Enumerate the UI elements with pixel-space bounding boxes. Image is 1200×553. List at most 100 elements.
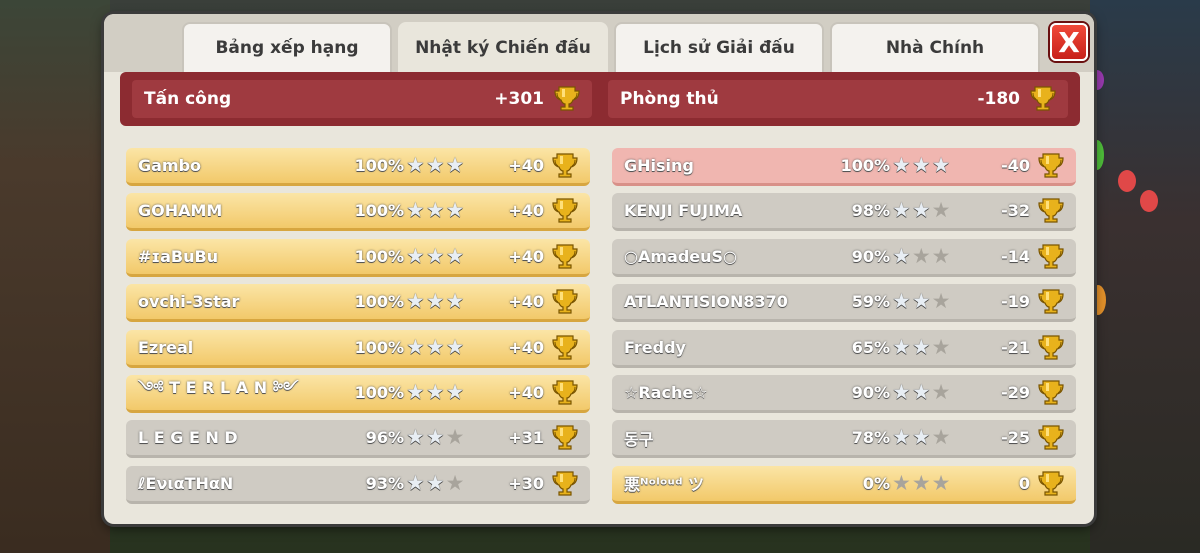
star-icon: ★ <box>892 289 911 314</box>
trophy-icon <box>552 379 578 407</box>
trophy-icon <box>552 334 578 362</box>
battle-row[interactable]: 동구 78% ★ ★ ★ -25 <box>612 420 1076 459</box>
destruction-percent: 100% <box>354 382 404 402</box>
player-name: Ezreal <box>138 337 194 357</box>
tab-battle-log[interactable]: Nhật ký Chiến đấu <box>398 22 608 72</box>
battle-row[interactable]: L E G E N D 96% ★ ★ ★ +31 <box>126 420 590 459</box>
destruction-percent: 90% <box>851 382 890 402</box>
player-name: ༺ T E R L A N ༻ <box>138 377 299 397</box>
star-icon: ★ <box>931 198 951 223</box>
battle-row[interactable]: GHising 100% ★ ★ ★ -40 <box>612 148 1076 186</box>
battle-row[interactable]: 悪ᴺᵒˡᵒᵘᵈ ツ 0% ★ ★ ★ 0 <box>612 465 1076 504</box>
trophy-icon <box>552 243 578 271</box>
player-name: KENJI FUJIMA <box>624 201 743 221</box>
star-icon: ★ <box>911 198 931 223</box>
defense-summary-label: Phòng thủ <box>620 89 719 109</box>
star-icon: ★ <box>911 243 931 268</box>
star-icon: ★ <box>406 198 425 223</box>
tab-leaderboard[interactable]: Bảng xếp hạng <box>182 22 392 72</box>
star-rating: ★ ★ ★ <box>892 426 950 448</box>
defense-summary-value: -180 <box>977 89 1020 109</box>
battle-row[interactable]: Gambo 100% ★ ★ ★ +40 <box>126 148 590 186</box>
destruction-percent: 96% <box>365 428 404 448</box>
star-icon: ★ <box>445 153 465 177</box>
star-rating: ★ ★ ★ <box>892 381 950 403</box>
player-name: GOHAMM <box>138 201 223 221</box>
star-icon: ★ <box>425 425 445 450</box>
battle-log-window: Bảng xếp hạng Nhật ký Chiến đấu Lịch sử … <box>104 14 1094 524</box>
player-name: ○AmadeuS○ <box>624 246 737 266</box>
destruction-percent: 100% <box>354 246 404 266</box>
battle-row[interactable]: ༺ T E R L A N ༻ 100% ★ ★ ★ +40 <box>126 374 590 413</box>
battle-row[interactable]: ATLANTISION8370 59% ★ ★ ★ -19 <box>612 284 1076 323</box>
battle-row[interactable]: #ɪaBuBu 100% ★ ★ ★ +40 <box>126 238 590 277</box>
trophy-change: +40 <box>508 201 544 221</box>
close-button[interactable]: X <box>1050 23 1088 61</box>
trophy-icon <box>1038 288 1064 316</box>
player-name: Gambo <box>138 156 202 175</box>
star-icon: ★ <box>406 425 425 450</box>
star-rating: ★ ★ ★ <box>406 199 464 221</box>
destruction-percent: 100% <box>840 156 890 175</box>
tab-season-history[interactable]: Lịch sử Giải đấu <box>614 22 824 72</box>
star-icon: ★ <box>931 289 951 314</box>
star-icon: ★ <box>406 243 425 268</box>
star-rating: ★ ★ ★ <box>892 290 950 312</box>
trophy-icon <box>554 85 580 113</box>
attack-summary-value: +301 <box>494 89 544 109</box>
game-background-left <box>0 0 110 553</box>
player-name: Freddy <box>624 337 686 357</box>
star-rating: ★ ★ ★ <box>406 336 464 358</box>
star-icon: ★ <box>931 243 951 268</box>
trophy-icon <box>552 288 578 316</box>
player-name: ℓEνιαTHαN <box>138 473 234 493</box>
battle-row[interactable]: KENJI FUJIMA 98% ★ ★ ★ -32 <box>612 193 1076 232</box>
destruction-percent: 100% <box>354 201 404 221</box>
destruction-percent: 78% <box>851 428 890 448</box>
destruction-percent: 100% <box>354 337 404 357</box>
trophy-change: +40 <box>508 382 544 402</box>
star-icon: ★ <box>406 334 425 359</box>
star-rating: ★ ★ ★ <box>892 199 950 221</box>
destruction-percent: 93% <box>365 473 404 493</box>
battle-row[interactable]: ℓEνιαTHαN 93% ★ ★ ★ +30 <box>126 465 590 504</box>
battle-row[interactable]: ovchi-3star 100% ★ ★ ★ +40 <box>126 284 590 323</box>
trophy-change: +40 <box>508 246 544 266</box>
trophy-icon <box>1038 243 1064 271</box>
trophy-icon <box>552 470 578 498</box>
battle-row[interactable]: Ezreal 100% ★ ★ ★ +40 <box>126 329 590 368</box>
star-icon: ★ <box>425 470 445 495</box>
battle-row[interactable]: Freddy 65% ★ ★ ★ -21 <box>612 329 1076 368</box>
player-name: ☆Rache☆ <box>624 382 708 402</box>
trophy-change: +30 <box>508 473 544 493</box>
destruction-percent: 100% <box>354 156 404 175</box>
star-icon: ★ <box>892 425 911 450</box>
trophy-change: -29 <box>1001 382 1030 402</box>
battle-row[interactable]: ○AmadeuS○ 90% ★ ★ ★ -14 <box>612 238 1076 277</box>
star-icon: ★ <box>445 470 465 495</box>
star-icon: ★ <box>892 243 911 268</box>
star-icon: ★ <box>445 289 465 314</box>
close-icon: X <box>1058 25 1080 59</box>
battle-row[interactable]: ☆Rache☆ 90% ★ ★ ★ -29 <box>612 374 1076 413</box>
trophy-change: +31 <box>508 428 544 448</box>
star-icon: ★ <box>911 470 931 495</box>
star-icon: ★ <box>892 198 911 223</box>
star-icon: ★ <box>892 470 911 495</box>
star-rating: ★ ★ ★ <box>406 381 464 403</box>
star-icon: ★ <box>911 425 931 450</box>
trophy-change: -19 <box>1001 292 1030 312</box>
star-icon: ★ <box>425 153 445 177</box>
trophy-change: +40 <box>508 156 544 175</box>
star-icon: ★ <box>425 334 445 359</box>
star-rating: ★ ★ ★ <box>892 154 950 176</box>
game-background-right <box>1090 0 1200 553</box>
star-icon: ★ <box>931 470 951 495</box>
trophy-icon <box>1038 424 1064 452</box>
battle-row[interactable]: GOHAMM 100% ★ ★ ★ +40 <box>126 193 590 232</box>
destruction-percent: 0% <box>862 473 890 493</box>
star-icon: ★ <box>445 379 465 404</box>
star-icon: ★ <box>911 153 931 177</box>
tab-town-hall[interactable]: Nhà Chính <box>830 22 1040 72</box>
star-rating: ★ ★ ★ <box>892 472 950 494</box>
